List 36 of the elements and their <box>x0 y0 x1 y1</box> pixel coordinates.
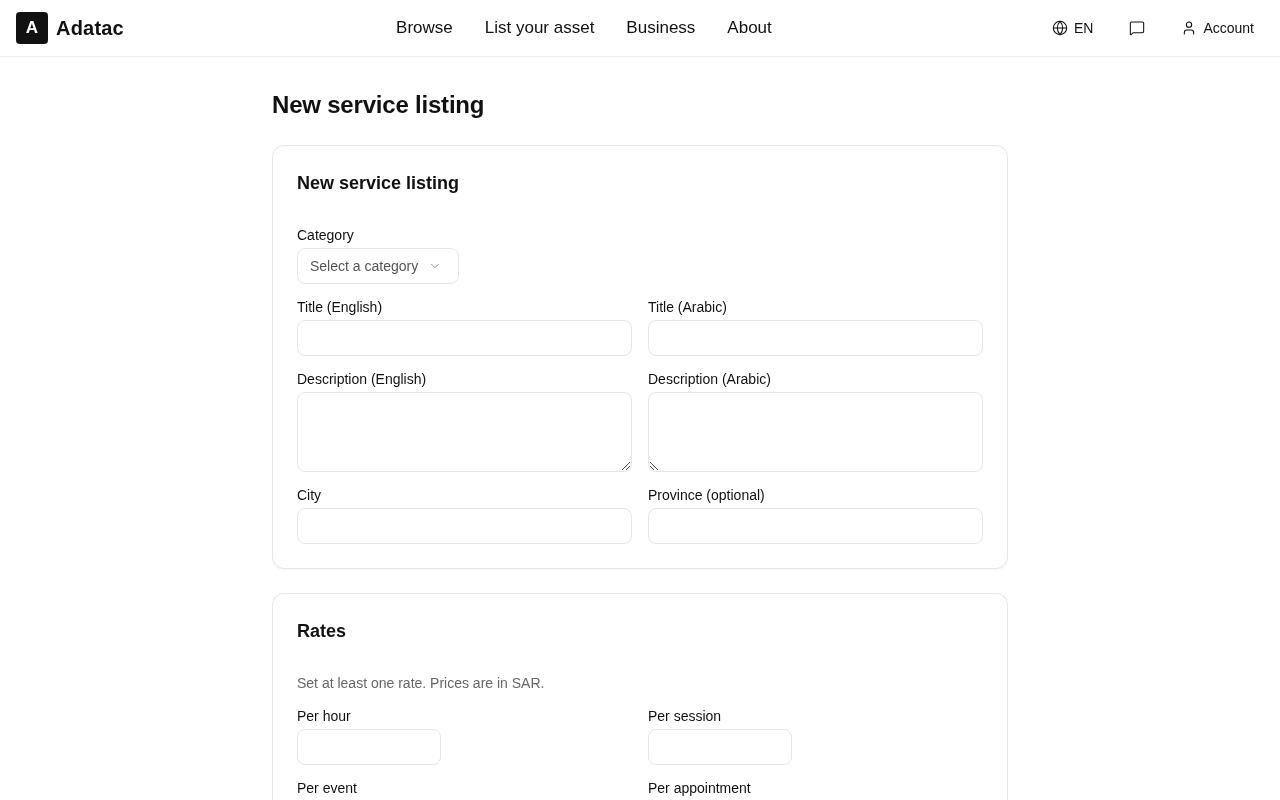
field-label: Per event <box>297 779 357 798</box>
field-label: Province (optional) <box>648 486 765 505</box>
brand-name[interactable]: Adatac <box>56 16 124 40</box>
helper-text: Set at least one rate. Prices are in SAR. <box>297 674 546 693</box>
resize-grip-icon[interactable] <box>622 462 630 470</box>
field-label: Description (English) <box>297 370 427 389</box>
input-field[interactable] <box>297 508 632 544</box>
page-title: New service listing <box>272 90 486 120</box>
account-button[interactable]: Account <box>1169 12 1266 44</box>
resize-grip-icon[interactable] <box>650 462 658 470</box>
nav-link[interactable]: Business <box>626 16 696 40</box>
nav-link[interactable]: About <box>727 16 772 40</box>
field-label: Title (English) <box>297 298 383 317</box>
card-title: Rates <box>297 620 348 643</box>
input-field[interactable] <box>648 320 983 356</box>
field-label: Per appointment <box>648 779 751 798</box>
input-field[interactable] <box>648 729 792 765</box>
globe-icon <box>1051 20 1068 36</box>
category-select[interactable]: Select a category <box>297 248 460 284</box>
field-label: Title (Arabic) <box>648 298 727 317</box>
field-label: Per hour <box>297 707 351 726</box>
textarea-field[interactable] <box>297 392 632 472</box>
card-title: New service listing <box>297 172 461 195</box>
language-button[interactable]: EN <box>1039 12 1106 44</box>
nav-link[interactable]: List your asset <box>484 16 595 40</box>
field-label: City <box>297 486 322 505</box>
message-icon <box>1129 20 1146 36</box>
field-label: Description (Arabic) <box>648 370 771 389</box>
nav-link[interactable]: Browse <box>396 16 453 40</box>
textarea-field[interactable] <box>648 392 983 472</box>
field-label: Category <box>297 226 354 245</box>
input-field[interactable] <box>297 729 441 765</box>
field-label: Per session <box>648 707 722 726</box>
input-field[interactable] <box>297 320 632 356</box>
input-field[interactable] <box>648 508 983 544</box>
logo-icon[interactable]: A <box>16 12 48 44</box>
